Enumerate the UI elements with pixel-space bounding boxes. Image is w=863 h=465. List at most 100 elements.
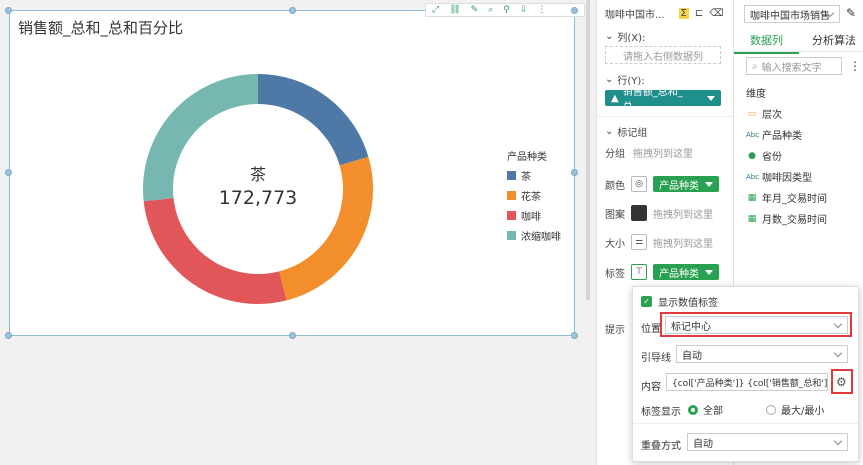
size-row: 大小 ⚌ 拖拽列到这里 [605, 234, 713, 250]
columns-header: ⌄ 列(X): [605, 29, 645, 44]
radio-unselected-icon [766, 404, 776, 415]
search-icon: ⌕ [752, 60, 758, 72]
donut-slice[interactable] [143, 74, 258, 202]
tooltip-row: 提示 [605, 321, 625, 336]
dataset-name[interactable]: 咖啡中国市... [605, 6, 665, 21]
tag-pill-label: 产品种类 [659, 268, 699, 280]
field-item[interactable]: ▦ 年月_交易时间 [746, 190, 827, 206]
size-drop-zone[interactable]: 拖拽列到这里 [653, 235, 713, 250]
resize-handle[interactable] [5, 7, 12, 14]
donut-chart: 茶 172,773 [143, 74, 373, 304]
dataset-select[interactable]: 咖啡中国市场销售 [744, 5, 840, 23]
highlight-box [660, 312, 852, 337]
leader-line-label: 引导线 [641, 353, 671, 364]
legend-swatch [507, 171, 516, 180]
calendar-icon: ▦ [747, 213, 757, 224]
legend-swatch [507, 231, 516, 240]
columns-drop-zone[interactable]: 请拖入右侧数据列 [605, 46, 721, 64]
field-label: 产品种类 [762, 131, 802, 142]
checkbox-checked-icon[interactable]: ✓ [641, 296, 652, 307]
collapse-icon[interactable]: ⌄ [605, 74, 613, 85]
group-label: 分组 [605, 149, 625, 160]
display-all-label: 全部 [703, 406, 723, 417]
field-item[interactable]: Abc 咖啡因类型 [746, 169, 812, 185]
field-item[interactable]: ▦ 月数_交易时间 [746, 211, 827, 227]
field-item[interactable]: Abc 产品种类 [746, 127, 802, 143]
shape-row: 图案 拖拽列到这里 [605, 205, 713, 221]
legend-item[interactable]: 浓缩咖啡 [507, 228, 561, 243]
palette-icon[interactable]: ◎ [631, 176, 647, 192]
overlap-select[interactable]: 自动 [687, 433, 848, 451]
resize-handle[interactable] [289, 7, 296, 14]
show-value-label: 显示数值标签 [658, 298, 718, 309]
size-label: 大小 [605, 238, 625, 250]
shape-icon[interactable] [631, 205, 647, 221]
collapse-icon[interactable]: ⌄ [605, 126, 613, 137]
resize-handle[interactable] [571, 169, 578, 176]
canvas-area: ⤢ ⛓ ✎ ⌕ ⚲ ⇩ ⋮ 销售额_总和_总和百分比 茶 172,773 产品种… [0, 0, 590, 465]
donut-slice[interactable] [279, 156, 373, 301]
show-value-label-row: ✓ 显示数值标签 [641, 294, 718, 309]
display-all-radio[interactable]: 全部 [688, 402, 723, 417]
group-drop-zone[interactable]: 拖拽列到这里 [633, 145, 693, 160]
radio-selected-icon [688, 404, 698, 415]
calendar-icon: ▦ [747, 192, 757, 203]
resize-handle[interactable] [571, 7, 578, 14]
donut-slice[interactable] [258, 74, 369, 166]
resize-handle[interactable] [5, 169, 12, 176]
eraser-icon[interactable]: ⌫ [709, 8, 723, 19]
label-settings-popup: ✓ 显示数值标签 位置 标记中心 引导线 自动 内容 {col['产品种类']}… [632, 286, 859, 462]
marks-label: 标记组 [617, 128, 648, 139]
measure-icon: ▲ [611, 92, 619, 104]
shape-drop-zone[interactable]: 拖拽列到这里 [653, 206, 713, 221]
resize-handle[interactable] [5, 332, 12, 339]
columns-label: 列(X): [617, 33, 646, 44]
rows-field-pill[interactable]: ▲ 销售额_总和_总... [605, 87, 721, 113]
size-icon[interactable]: ⚌ [631, 234, 647, 250]
rows-pill-row: ▲ 销售额_总和_总... [605, 87, 721, 113]
tag-icon[interactable]: ⊤ [631, 264, 647, 280]
tab-analysis[interactable]: 分析算法 [804, 32, 863, 48]
position-label: 位置 [641, 324, 661, 335]
dimension-label: 维度 [746, 89, 766, 100]
edit-dataset-icon[interactable]: ✎ [846, 6, 856, 20]
highlight-box [831, 369, 853, 394]
hierarchy-icon[interactable]: ⊏ [695, 8, 703, 19]
sum-icon[interactable]: Σ [678, 8, 689, 19]
leader-line-select[interactable]: 自动 [676, 345, 848, 363]
resize-handle[interactable] [571, 332, 578, 339]
dimension-header: 维度 [746, 85, 766, 100]
shape-label: 图案 [605, 209, 625, 221]
legend-item[interactable]: 茶 [507, 168, 561, 183]
tag-field-pill[interactable]: 产品种类 [653, 264, 719, 280]
tag-label: 标签 [605, 268, 625, 280]
color-field-pill[interactable]: 产品种类 [653, 176, 719, 192]
leader-line-value: 自动 [682, 350, 702, 362]
chevron-down-icon [833, 348, 843, 358]
field-item[interactable]: ▭ 层次 [746, 106, 782, 122]
field-item[interactable]: ● 省份 [746, 148, 782, 164]
field-search-input[interactable]: ⌕ 输入搜索文字 [746, 57, 842, 75]
center-label: 茶 [250, 165, 266, 184]
field-label: 咖啡因类型 [762, 173, 812, 184]
resize-handle[interactable] [289, 332, 296, 339]
rows-pill-label: 销售额_总和_总... [622, 87, 683, 113]
center-value: 172,773 [219, 187, 298, 209]
legend-label: 咖啡 [521, 212, 541, 223]
overlap-label: 重叠方式 [641, 441, 681, 452]
legend-item[interactable]: 咖啡 [507, 208, 561, 223]
chart-card[interactable]: ⤢ ⛓ ✎ ⌕ ⚲ ⇩ ⋮ 销售额_总和_总和百分比 茶 172,773 产品种… [9, 3, 585, 336]
display-maxmin-radio[interactable]: 最大/最小 [766, 402, 824, 417]
donut-slice[interactable] [143, 198, 287, 304]
collapse-icon[interactable]: ⌄ [605, 31, 613, 42]
color-row: 颜色 ◎ 产品种类 [605, 176, 719, 192]
field-label: 年月_交易时间 [762, 194, 827, 205]
folder-icon: ▭ [747, 108, 757, 119]
legend-item[interactable]: 花茶 [507, 188, 561, 203]
dataset-select-value: 咖啡中国市场销售 [750, 10, 830, 22]
more-icon[interactable]: ⋮ [849, 59, 861, 73]
display-maxmin-label: 最大/最小 [781, 406, 825, 417]
canvas-scrollbar[interactable] [586, 0, 590, 300]
content-input[interactable]: {col['产品种类']} {col['销售额_总和']} [666, 373, 828, 391]
overlap-value: 自动 [693, 438, 713, 450]
